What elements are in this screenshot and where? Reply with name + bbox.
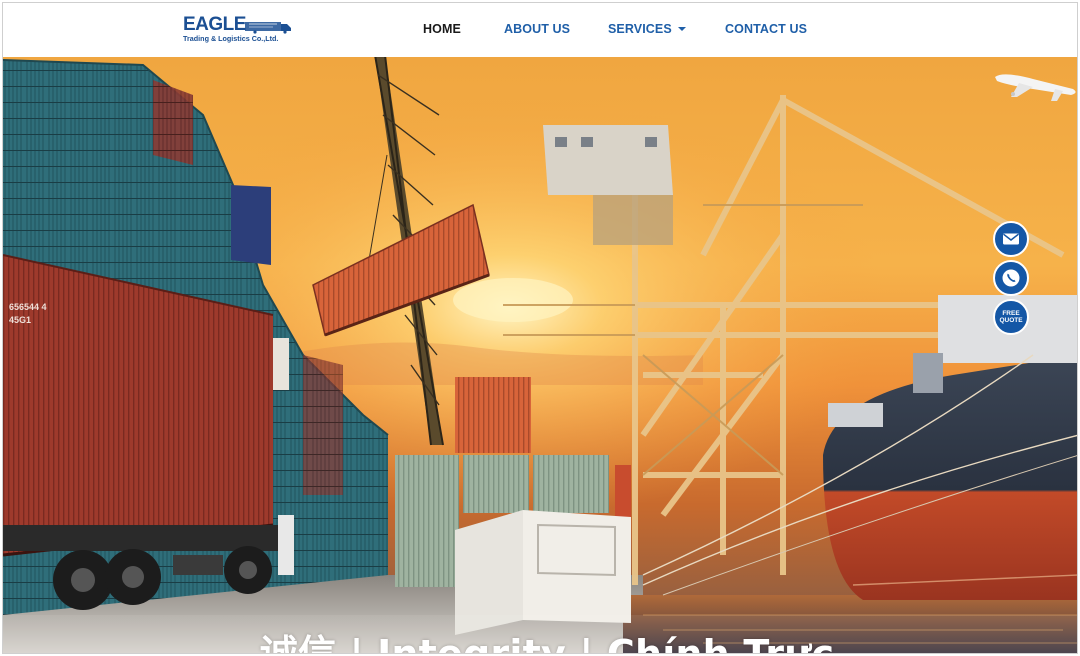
- svg-text:45G1: 45G1: [9, 315, 31, 325]
- chevron-down-icon: [677, 27, 686, 31]
- browser-viewport: EAGLE Trading & Logistics Co.,Ltd. HOME …: [2, 2, 1078, 654]
- free-quote-button[interactable]: FREE QUOTE: [993, 299, 1029, 335]
- hero-image: 656544 4 45G1: [3, 55, 1077, 653]
- brand-name: EAGLE: [183, 14, 246, 35]
- email-button[interactable]: [993, 221, 1029, 257]
- nav-services-label: SERVICES: [608, 22, 672, 36]
- nav-contact-us[interactable]: CONTACT US: [725, 22, 807, 40]
- phone-icon: [1002, 269, 1020, 287]
- hero-banner: 656544 4 45G1 诚信 | Integrity | Chính Trự…: [3, 55, 1077, 654]
- top-navbar: EAGLE Trading & Logistics Co.,Ltd. HOME …: [3, 3, 1077, 57]
- nav-about-us[interactable]: ABOUT US: [504, 22, 570, 40]
- truck-icon: [245, 22, 291, 34]
- phone-button[interactable]: [993, 260, 1029, 296]
- free-quote-label: FREE QUOTE: [999, 310, 1023, 324]
- envelope-icon: [1003, 233, 1019, 245]
- nav-home[interactable]: HOME: [423, 22, 461, 40]
- brand-subtitle: Trading & Logistics Co.,Ltd.: [183, 34, 279, 43]
- hero-tagline: 诚信 | Integrity | Chính Trực: [259, 632, 835, 654]
- nav-services[interactable]: SERVICES: [608, 22, 686, 40]
- svg-text:656544 4: 656544 4: [9, 302, 47, 312]
- brand-logo[interactable]: EAGLE Trading & Logistics Co.,Ltd.: [183, 15, 295, 47]
